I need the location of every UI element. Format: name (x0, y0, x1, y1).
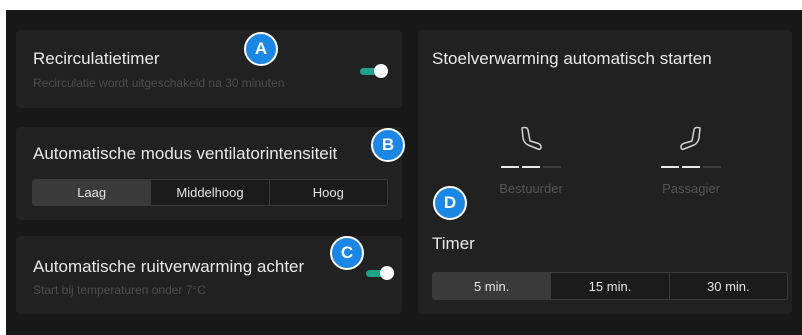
fan-option-laag[interactable]: Laag (33, 180, 152, 205)
annotation-badge-a: A (244, 32, 278, 66)
annotation-badge-d: D (433, 186, 467, 220)
toggle-knob (380, 266, 394, 280)
fan-option-middelhoog[interactable]: Middelhoog (151, 180, 270, 205)
timer-option-30[interactable]: 30 min. (670, 273, 787, 299)
driver-seat-icon (521, 126, 542, 150)
timer-option-5[interactable]: 5 min. (433, 273, 552, 299)
driver-seat[interactable]: Bestuurder (496, 126, 566, 196)
annotation-badge-b: B (371, 128, 405, 162)
driver-seat-label: Bestuurder (499, 181, 563, 196)
rear-defrost-subtitle: Start bij temperaturen onder 7°C (33, 283, 206, 297)
recirculation-title: Recirculatietimer (33, 49, 160, 68)
toggle-knob (374, 64, 388, 78)
passenger-seat[interactable]: Passagier (656, 126, 726, 196)
seat-heating-card: Stoelverwarming automatisch starten Best… (418, 30, 792, 314)
rear-defrost-title: Automatische ruitverwarming achter (33, 257, 305, 276)
passenger-heat-level (661, 166, 721, 168)
annotation-badge-c: C (330, 236, 364, 270)
fan-intensity-title: Automatische modus ventilatorintensiteit (33, 144, 338, 163)
recirculation-card: Recirculatietimer Recirculatie wordt uit… (16, 30, 402, 108)
fan-intensity-selector: Laag Middelhoog Hoog (32, 179, 388, 206)
timer-selector: 5 min. 15 min. 30 min. (432, 272, 788, 300)
climate-settings-panel: Recirculatietimer Recirculatie wordt uit… (6, 10, 802, 335)
seat-heating-title: Stoelverwarming automatisch starten (432, 49, 712, 68)
timer-title: Timer (432, 234, 475, 253)
driver-heat-level (501, 166, 561, 168)
rear-defrost-toggle[interactable] (366, 266, 394, 280)
timer-option-15[interactable]: 15 min. (551, 273, 670, 299)
fan-intensity-card: Automatische modus ventilatorintensiteit… (16, 127, 402, 220)
passenger-seat-label: Passagier (662, 181, 720, 196)
fan-option-hoog[interactable]: Hoog (270, 180, 387, 205)
passenger-seat-icon (680, 126, 701, 150)
recirculation-subtitle: Recirculatie wordt uitgeschakeld na 30 m… (33, 76, 285, 90)
recirculation-toggle[interactable] (360, 64, 388, 78)
